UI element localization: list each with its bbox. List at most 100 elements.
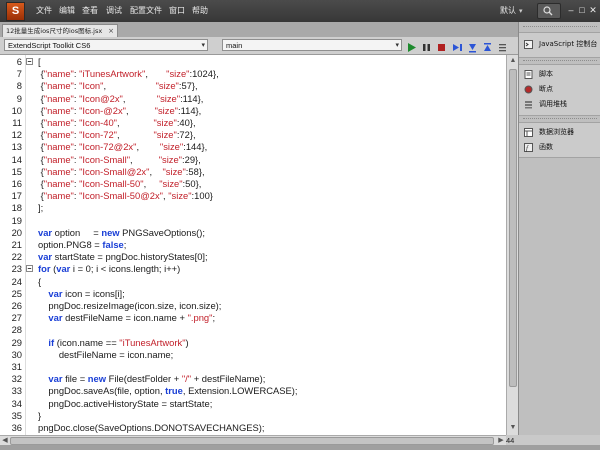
line-number: 23 bbox=[11, 263, 22, 275]
maximize-icon[interactable]: □ bbox=[577, 4, 587, 16]
document-tab[interactable]: 12批量生成ios尺寸的ios图标.jsx × bbox=[2, 24, 118, 37]
code-line[interactable]: 13 {"name": "Icon-72@2x", "size":144}, bbox=[0, 141, 506, 153]
code-line[interactable]: 12 {"name": "Icon-72", "size":72}, bbox=[0, 129, 506, 141]
menu-file[interactable]: 文件 bbox=[34, 3, 54, 18]
code-line[interactable]: 15 {"name": "Icon-Small@2x", "size":58}, bbox=[0, 166, 506, 178]
line-number: 15 bbox=[11, 165, 22, 177]
target-app-value: ExtendScript Toolkit CS6 bbox=[8, 41, 91, 50]
panel-item-label: 数据浏览器 bbox=[539, 128, 574, 136]
engine-select[interactable]: main ▾ bbox=[222, 39, 402, 51]
workspace-select[interactable]: 默认 ▾ bbox=[500, 3, 523, 18]
code-line[interactable]: 16 {"name": "Icon-Small-50", "size":50}, bbox=[0, 178, 506, 190]
code-text: option.PNG8 = false; bbox=[38, 239, 127, 250]
code-line[interactable]: 23 for (var i = 0; i < icons.length; i++) bbox=[0, 263, 506, 275]
scroll-up-icon[interactable]: ▲ bbox=[508, 56, 518, 66]
code-line[interactable]: 9 {"name": "Icon@2x", "size":114}, bbox=[0, 93, 506, 105]
panel-item-breakpoints[interactable]: 断点 bbox=[519, 82, 600, 97]
line-number: 32 bbox=[11, 373, 22, 385]
code-line[interactable]: 10 {"name": "Icon-@2x", "size":114}, bbox=[0, 105, 506, 117]
code-line[interactable]: 29 if (icon.name == "iTunesArtwork") bbox=[0, 337, 506, 349]
run-button[interactable] bbox=[406, 40, 417, 52]
panel-item-scripts[interactable]: 脚本 bbox=[519, 67, 600, 82]
code-editor[interactable]: 6[7 {"name": "iTunesArtwork", "size":102… bbox=[0, 55, 506, 435]
code-text: var file = new File(destFolder + "/" + d… bbox=[48, 373, 266, 385]
code-line[interactable]: 31 bbox=[0, 361, 506, 373]
code-line[interactable]: 28 bbox=[0, 324, 506, 336]
code-line[interactable]: 35} bbox=[0, 410, 506, 422]
line-number: 27 bbox=[11, 312, 22, 324]
code-line[interactable]: 25 var icon = icons[i]; bbox=[0, 288, 506, 300]
line-number: 14 bbox=[11, 153, 22, 165]
code-text: if (icon.name == "iTunesArtwork") bbox=[48, 336, 189, 348]
code-text: {"name": "Icon-40", "size":40}, bbox=[38, 117, 196, 128]
minimize-icon[interactable]: – bbox=[566, 4, 576, 16]
scroll-down-icon[interactable]: ▼ bbox=[508, 423, 518, 433]
search-button[interactable] bbox=[537, 3, 561, 19]
panel-item-data-browser[interactable]: 数据浏览器 bbox=[519, 125, 600, 140]
document-tab-bar: 12批量生成ios尺寸的ios图标.jsx × bbox=[0, 22, 518, 38]
step-out-button[interactable] bbox=[482, 40, 493, 51]
code-line[interactable]: 19 bbox=[0, 215, 506, 227]
panel-item-functions[interactable]: f 函数 bbox=[519, 140, 600, 155]
scripts-icon bbox=[524, 70, 533, 79]
line-number: 11 bbox=[12, 117, 22, 128]
code-line[interactable]: 6[ bbox=[0, 56, 506, 68]
code-line[interactable]: 30 destFileName = icon.name; bbox=[0, 349, 506, 361]
menu-debug[interactable]: 调试 bbox=[104, 3, 124, 18]
target-app-select[interactable]: ExtendScript Toolkit CS6 ▾ bbox=[4, 39, 208, 51]
panel-item-call-stack[interactable]: 调用堆栈 bbox=[519, 97, 600, 112]
panel-grip[interactable] bbox=[523, 26, 597, 30]
code-line[interactable]: 27 var destFileName = icon.name + ".png"… bbox=[0, 312, 506, 324]
chevron-down-icon: ▾ bbox=[519, 7, 523, 15]
code-text: var icon = icons[i]; bbox=[48, 287, 125, 299]
code-line[interactable]: 33 pngDoc.saveAs(file, option, true, Ext… bbox=[0, 385, 506, 397]
step-into-button[interactable] bbox=[467, 40, 478, 53]
step-over-button[interactable] bbox=[452, 40, 463, 51]
code-line[interactable]: 17 {"name": "Icon-Small-50@2x", "size":1… bbox=[0, 190, 506, 202]
code-line[interactable]: 20 var option = new PNGSaveOptions(); bbox=[0, 227, 506, 239]
stop-icon bbox=[438, 44, 445, 51]
line-number: 24 bbox=[11, 275, 22, 287]
code-text: {"name": "Icon", "size":57}, bbox=[38, 80, 198, 92]
stop-button[interactable] bbox=[436, 40, 447, 51]
code-line[interactable]: 7 {"name": "iTunesArtwork", "size":1024}… bbox=[0, 68, 506, 80]
line-number: 7 bbox=[16, 68, 22, 80]
menu-edit[interactable]: 编辑 bbox=[57, 3, 77, 18]
line-number: 36 bbox=[11, 422, 22, 433]
toolbar: ExtendScript Toolkit CS6 ▾ main ▾ bbox=[0, 37, 518, 55]
code-line[interactable]: 24 { bbox=[0, 276, 506, 288]
line-number: 9 bbox=[16, 92, 22, 104]
code-line[interactable]: 8 {"name": "Icon", "size":57}, bbox=[0, 80, 506, 92]
chevron-down-icon: ▾ bbox=[395, 42, 399, 49]
code-line[interactable]: 21 option.PNG8 = false; bbox=[0, 239, 506, 251]
code-line[interactable]: 14 {"name": "Icon-Small", "size":29}, bbox=[0, 154, 506, 166]
menu-profile[interactable]: 配置文件 bbox=[128, 3, 164, 18]
code-line[interactable]: 22 var startState = pngDoc.historyStates[… bbox=[0, 251, 506, 263]
app-logo-icon: S bbox=[6, 2, 25, 21]
code-line[interactable]: 34 pngDoc.activeHistoryState = startStat… bbox=[0, 398, 506, 410]
code-line[interactable]: 32 var file = new File(destFolder + "/" … bbox=[0, 373, 506, 385]
code-text: {"name": "Icon-72@2x", "size":144}, bbox=[38, 141, 208, 153]
horizontal-scroll-thumb[interactable] bbox=[10, 437, 494, 445]
console-panel-group: JavaScript 控制台 bbox=[519, 32, 600, 58]
close-icon[interactable]: × bbox=[108, 25, 114, 37]
line-number: 10 bbox=[11, 104, 22, 116]
fold-toggle-icon[interactable] bbox=[26, 265, 33, 273]
document-tab-title: 12批量生成ios尺寸的ios图标.jsx bbox=[6, 27, 103, 35]
close-icon[interactable]: ✕ bbox=[588, 4, 598, 16]
code-line[interactable]: 26 pngDoc.resizeImage(icon.size, icon.si… bbox=[0, 300, 506, 312]
menu-window[interactable]: 窗口 bbox=[167, 3, 187, 18]
line-number: 33 bbox=[11, 385, 22, 397]
panel-item-console[interactable]: JavaScript 控制台 bbox=[519, 37, 600, 52]
vertical-scroll-thumb[interactable] bbox=[509, 69, 517, 387]
menu-help[interactable]: 帮助 bbox=[190, 3, 210, 18]
code-line[interactable]: 18]; bbox=[0, 202, 506, 214]
pause-button[interactable] bbox=[421, 40, 432, 51]
fold-toggle-icon[interactable] bbox=[26, 58, 33, 65]
code-line[interactable]: 36 pngDoc.close(SaveOptions.DONOTSAVECHAN… bbox=[0, 422, 506, 434]
code-text: {"name": "iTunesArtwork", "size":1024}, bbox=[38, 68, 219, 80]
menu-view[interactable]: 查看 bbox=[80, 3, 100, 18]
menu-more-button[interactable] bbox=[497, 40, 508, 52]
code-line[interactable]: 11 {"name": "Icon-40", "size":40}, bbox=[0, 117, 506, 129]
code-text: {"name": "Icon-Small", "size":29}, bbox=[38, 153, 201, 165]
